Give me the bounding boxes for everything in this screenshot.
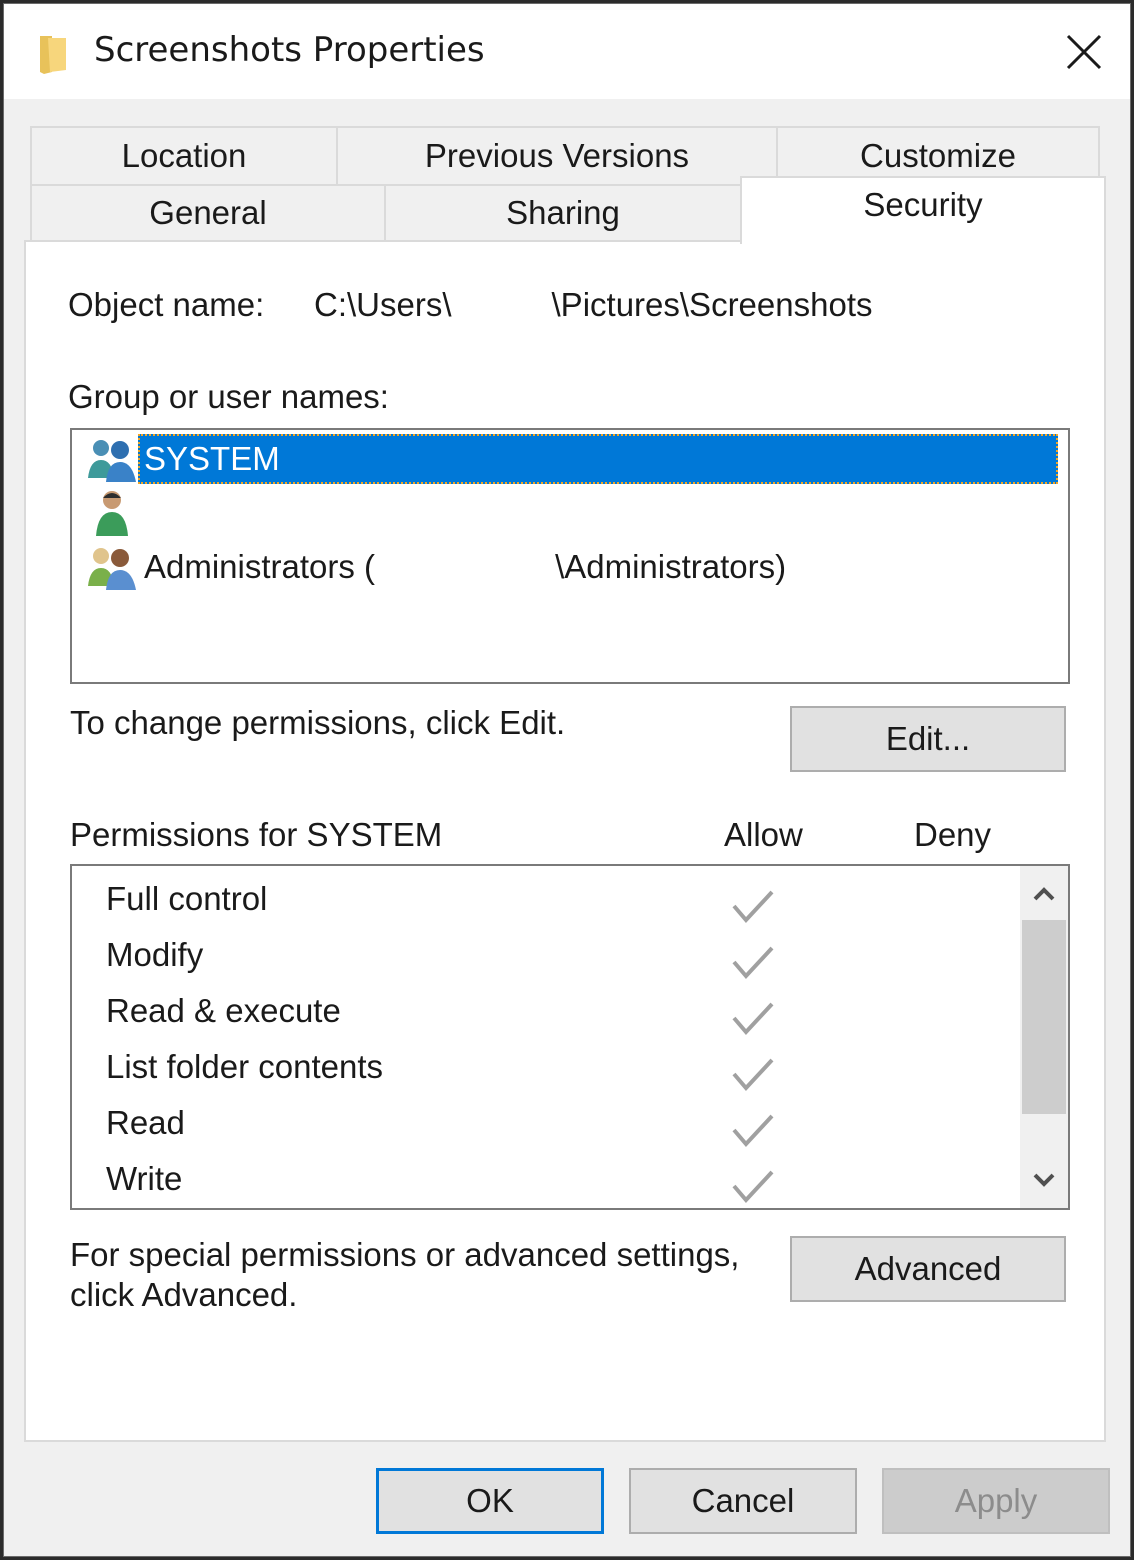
allow-check-icon xyxy=(732,890,774,924)
permission-row: Read xyxy=(106,1100,1006,1156)
permission-name: Modify xyxy=(106,936,204,973)
allow-column-header: Allow xyxy=(724,816,803,853)
close-button[interactable] xyxy=(1056,24,1112,80)
permission-row: Modify xyxy=(106,932,1006,988)
close-icon xyxy=(1066,34,1102,70)
chevron-down-icon xyxy=(1033,1173,1055,1187)
deny-column-header: Deny xyxy=(914,816,992,853)
permissions-scrollbar[interactable] xyxy=(1020,866,1068,1208)
group-user-list[interactable]: SYSTEM Administrators ( \Administrators) xyxy=(70,428,1070,684)
user-name: Administrators ( \Administrators) xyxy=(138,542,792,592)
group-icon xyxy=(88,440,136,482)
scroll-down-button[interactable] xyxy=(1020,1154,1068,1206)
object-name-suffix: \Pictures\Screenshots xyxy=(551,286,873,323)
advanced-button[interactable]: Advanced xyxy=(790,1236,1066,1302)
tab-previous-versions[interactable]: Previous Versions xyxy=(336,126,778,186)
permission-row: Write xyxy=(106,1156,1006,1208)
tab-sharing[interactable]: Sharing xyxy=(384,184,742,242)
user-list-item[interactable]: SYSTEM xyxy=(86,432,1058,486)
permission-name: Read xyxy=(106,1104,185,1141)
title-bar: Screenshots Properties xyxy=(4,4,1130,99)
user-name xyxy=(138,488,150,538)
allow-check-icon xyxy=(732,946,774,980)
group-icon xyxy=(88,548,136,590)
permission-row: List folder contents xyxy=(106,1044,1006,1100)
object-name-label: Object name: xyxy=(68,286,265,323)
redacted-computer-name xyxy=(375,542,556,592)
user-name: SYSTEM xyxy=(138,434,1058,484)
permissions-for-label: Permissions for SYSTEM xyxy=(70,816,443,853)
permissions-list[interactable]: Full control Modify Read & execute List … xyxy=(70,864,1070,1210)
allow-check-icon xyxy=(732,1114,774,1148)
cancel-button[interactable]: Cancel xyxy=(629,1468,857,1534)
permission-name: Read & execute xyxy=(106,992,341,1029)
user-list-item[interactable]: Administrators ( \Administrators) xyxy=(86,540,792,594)
allow-check-icon xyxy=(732,1170,774,1204)
ok-button[interactable]: OK xyxy=(376,1468,604,1534)
window-title: Screenshots Properties xyxy=(94,30,485,70)
user-icon xyxy=(96,491,128,536)
user-list-item[interactable] xyxy=(86,486,150,540)
change-permissions-hint: To change permissions, click Edit. xyxy=(70,704,566,741)
apply-button[interactable]: Apply xyxy=(882,1468,1110,1534)
tab-general[interactable]: General xyxy=(30,184,386,242)
edit-button[interactable]: Edit... xyxy=(790,706,1066,772)
redacted-username xyxy=(451,286,552,324)
tab-location[interactable]: Location xyxy=(30,126,338,186)
permission-row: Read & execute xyxy=(106,988,1006,1044)
object-name-prefix: C:\Users\ xyxy=(314,286,452,323)
scroll-up-button[interactable] xyxy=(1020,868,1068,920)
tab-security[interactable]: Security xyxy=(740,176,1106,244)
group-user-label: Group or user names: xyxy=(68,378,389,415)
allow-check-icon xyxy=(732,1002,774,1036)
permission-row: Full control xyxy=(106,876,1006,932)
properties-dialog: Screenshots Properties Location Previous… xyxy=(3,3,1131,1557)
advanced-hint-line2: click Advanced. xyxy=(70,1276,298,1313)
object-name-value: C:\Users\ \Pictures\Screenshots xyxy=(314,286,873,324)
permission-name: Write xyxy=(106,1160,183,1197)
chevron-up-icon xyxy=(1033,887,1055,901)
permission-name: List folder contents xyxy=(106,1048,383,1085)
advanced-hint-line1: For special permissions or advanced sett… xyxy=(70,1236,740,1273)
security-panel: Object name: C:\Users\ \Pictures\Screens… xyxy=(24,240,1106,1442)
permission-name: Full control xyxy=(106,880,268,917)
folder-icon xyxy=(40,36,66,74)
allow-check-icon xyxy=(732,1058,774,1092)
scroll-thumb[interactable] xyxy=(1022,920,1066,1114)
